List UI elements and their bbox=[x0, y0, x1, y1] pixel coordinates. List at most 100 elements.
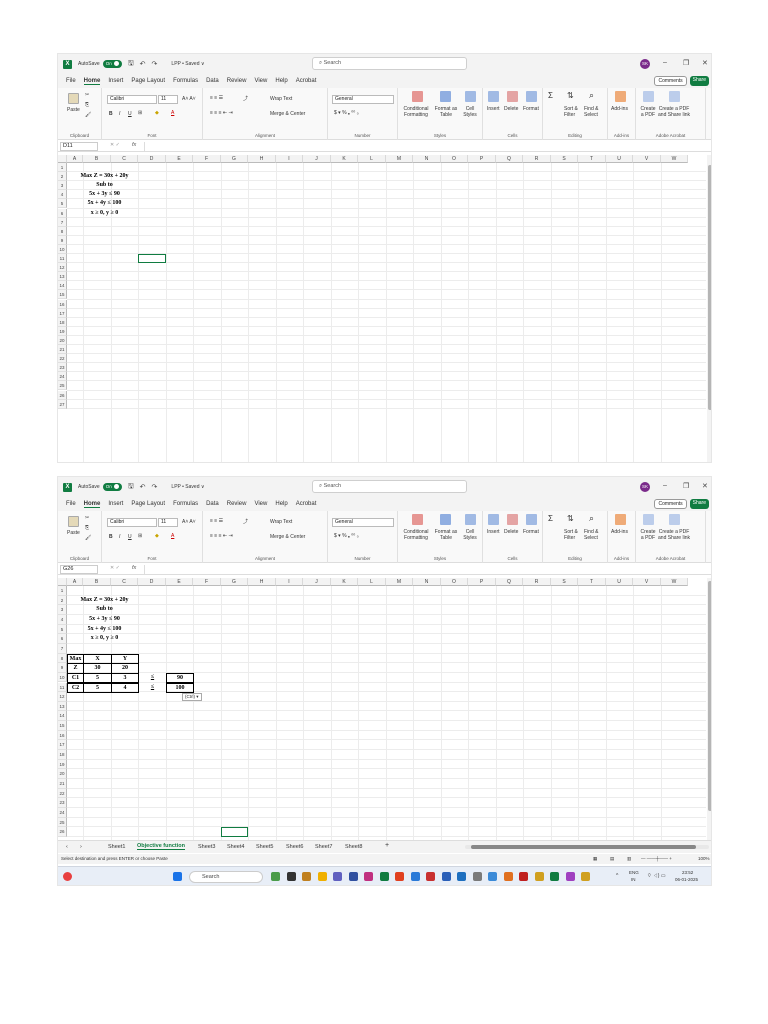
horizontal-scroll-thumb[interactable] bbox=[471, 845, 696, 849]
create-share-pdf-button[interactable]: Create a PDF and Share link bbox=[656, 529, 692, 541]
row-header[interactable]: 20 bbox=[58, 769, 67, 779]
row-header[interactable]: 24 bbox=[58, 807, 67, 818]
cell-text[interactable]: x ≥ 0, y ≥ 0 bbox=[73, 634, 136, 644]
row-header[interactable]: 20 bbox=[58, 335, 67, 345]
row-header[interactable]: 7 bbox=[58, 217, 67, 227]
column-header-k[interactable]: K bbox=[331, 578, 358, 586]
column-header-m[interactable]: M bbox=[386, 155, 413, 163]
tab-sheet7[interactable]: Sheet7 bbox=[315, 844, 332, 850]
tab-sheet6[interactable]: Sheet6 bbox=[286, 844, 303, 850]
find-select-icon[interactable]: ⌕ bbox=[589, 513, 594, 524]
restore-icon[interactable]: ❐ bbox=[683, 59, 689, 67]
copy-icon[interactable]: ⎘ bbox=[85, 102, 89, 108]
paste-label[interactable]: Paste bbox=[67, 107, 80, 113]
find-select-button[interactable]: Find & Select bbox=[584, 106, 606, 118]
comments-button[interactable]: Comments bbox=[654, 76, 687, 86]
share-button[interactable]: Share bbox=[689, 499, 709, 509]
add-sheet-icon[interactable]: + bbox=[385, 842, 389, 849]
add-ins-icon[interactable] bbox=[615, 91, 626, 102]
row-header[interactable]: 3 bbox=[58, 605, 67, 615]
tab-sheet8[interactable]: Sheet8 bbox=[345, 844, 362, 850]
row-header[interactable]: 13 bbox=[58, 701, 67, 712]
column-header-k[interactable]: K bbox=[331, 155, 358, 163]
menu-insert[interactable]: Insert bbox=[108, 78, 123, 84]
cell-text[interactable]: 5x + 3y ≤ 90 bbox=[73, 615, 136, 625]
taskbar-app-icon[interactable] bbox=[410, 872, 420, 881]
windows-start-icon[interactable] bbox=[173, 872, 182, 881]
row-header[interactable]: 1 bbox=[58, 163, 67, 173]
row-header[interactable]: 23 bbox=[58, 363, 67, 373]
create-pdf-icon[interactable] bbox=[643, 91, 654, 102]
cell-styles-icon[interactable] bbox=[465, 514, 476, 525]
clock-time[interactable]: 23:52 bbox=[682, 870, 693, 875]
tab-sheet4[interactable]: Sheet4 bbox=[227, 844, 244, 850]
row-header[interactable]: 6 bbox=[58, 634, 67, 644]
taskbar-app-icon[interactable] bbox=[302, 872, 311, 881]
file-name[interactable]: LPP • Saved ∨ bbox=[171, 484, 204, 490]
cell-styles-icon[interactable] bbox=[465, 91, 476, 102]
taskbar-app-icon[interactable] bbox=[395, 872, 404, 881]
column-header-v[interactable]: V bbox=[633, 578, 661, 586]
format-button[interactable]: Format bbox=[523, 106, 539, 112]
row-header[interactable]: 21 bbox=[58, 779, 67, 789]
column-header-t[interactable]: T bbox=[578, 578, 606, 586]
number-format-select[interactable]: General bbox=[332, 518, 394, 527]
menu-help[interactable]: Help bbox=[275, 78, 287, 84]
paste-icon[interactable] bbox=[68, 93, 79, 104]
format-painter-icon[interactable]: 🖌 bbox=[85, 112, 91, 118]
zoom-level[interactable]: 100% bbox=[698, 854, 710, 864]
column-header-b[interactable]: B bbox=[83, 155, 111, 163]
row-header[interactable]: 10 bbox=[58, 244, 67, 254]
taskbar-app-icon[interactable] bbox=[565, 872, 575, 881]
language-region[interactable]: IN bbox=[631, 877, 636, 882]
number-format-select[interactable]: General bbox=[332, 95, 394, 104]
menu-formulas[interactable]: Formulas bbox=[173, 78, 198, 84]
cancel-icon[interactable]: ✕ ✓ bbox=[110, 142, 120, 148]
row-header[interactable]: 11 bbox=[58, 682, 67, 693]
insert-button[interactable]: Insert bbox=[487, 529, 500, 535]
format-cells-icon[interactable] bbox=[526, 514, 537, 525]
horizontal-scrollbar[interactable] bbox=[465, 845, 709, 849]
row-header[interactable]: 2 bbox=[58, 172, 67, 182]
cell-text[interactable]: 5x + 4y ≤ 100 bbox=[73, 199, 136, 208]
taskbar-app-icon[interactable] bbox=[503, 872, 513, 881]
table-cell[interactable]: C2 bbox=[67, 682, 84, 694]
orientation-icon[interactable]: ⤴ bbox=[243, 95, 248, 102]
taskbar-app-icon[interactable] bbox=[441, 872, 451, 881]
underline-icon[interactable]: U bbox=[128, 534, 132, 540]
currency-icon[interactable]: $ ▾ % ❟ ⁰⁰ ₀ bbox=[334, 110, 359, 116]
cancel-icon[interactable]: ✕ ✓ bbox=[110, 565, 120, 571]
row-header[interactable]: 1 bbox=[58, 586, 67, 596]
cut-icon[interactable]: ✂ bbox=[85, 515, 89, 521]
delete-button[interactable]: Delete bbox=[504, 529, 518, 535]
select-all-corner[interactable] bbox=[58, 155, 67, 163]
file-name[interactable]: LPP • Saved ∨ bbox=[171, 61, 204, 67]
underline-icon[interactable]: U bbox=[128, 111, 132, 117]
row-header[interactable]: 19 bbox=[58, 759, 67, 770]
minimize-icon[interactable]: – bbox=[663, 482, 667, 489]
taskbar-app-icon[interactable] bbox=[286, 872, 296, 881]
row-header[interactable]: 10 bbox=[58, 672, 67, 683]
menu-acrobat[interactable]: Acrobat bbox=[296, 78, 317, 84]
align-top-icon[interactable]: ≡ ≡ ☰ bbox=[210, 95, 223, 101]
add-ins-button[interactable]: Add-ins bbox=[611, 529, 628, 535]
row-header[interactable]: 18 bbox=[58, 750, 67, 760]
row-header[interactable]: 5 bbox=[58, 199, 67, 209]
menu-acrobat[interactable]: Acrobat bbox=[296, 501, 317, 507]
row-header[interactable]: 16 bbox=[58, 299, 67, 309]
create-share-pdf-button[interactable]: Create a PDF and Share link bbox=[656, 106, 692, 118]
selected-cell[interactable] bbox=[138, 254, 166, 264]
column-header-s[interactable]: S bbox=[551, 578, 578, 586]
menu-view[interactable]: View bbox=[254, 78, 267, 84]
page-break-icon[interactable]: ▥ bbox=[627, 854, 631, 864]
wrap-text-button[interactable]: Wrap Text bbox=[270, 96, 292, 102]
font-color-icon[interactable]: A bbox=[171, 110, 174, 116]
format-button[interactable]: Format bbox=[523, 529, 539, 535]
row-header[interactable]: 9 bbox=[58, 235, 67, 245]
column-header-c[interactable]: C bbox=[111, 578, 138, 586]
format-painter-icon[interactable]: 🖌 bbox=[85, 535, 91, 541]
sort-filter-button[interactable]: Sort & Filter bbox=[564, 529, 582, 541]
copy-icon[interactable]: ⎘ bbox=[85, 525, 89, 531]
cell-text[interactable]: Max Z = 30x + 20y bbox=[73, 596, 136, 606]
menu-home[interactable]: Home bbox=[83, 501, 101, 508]
